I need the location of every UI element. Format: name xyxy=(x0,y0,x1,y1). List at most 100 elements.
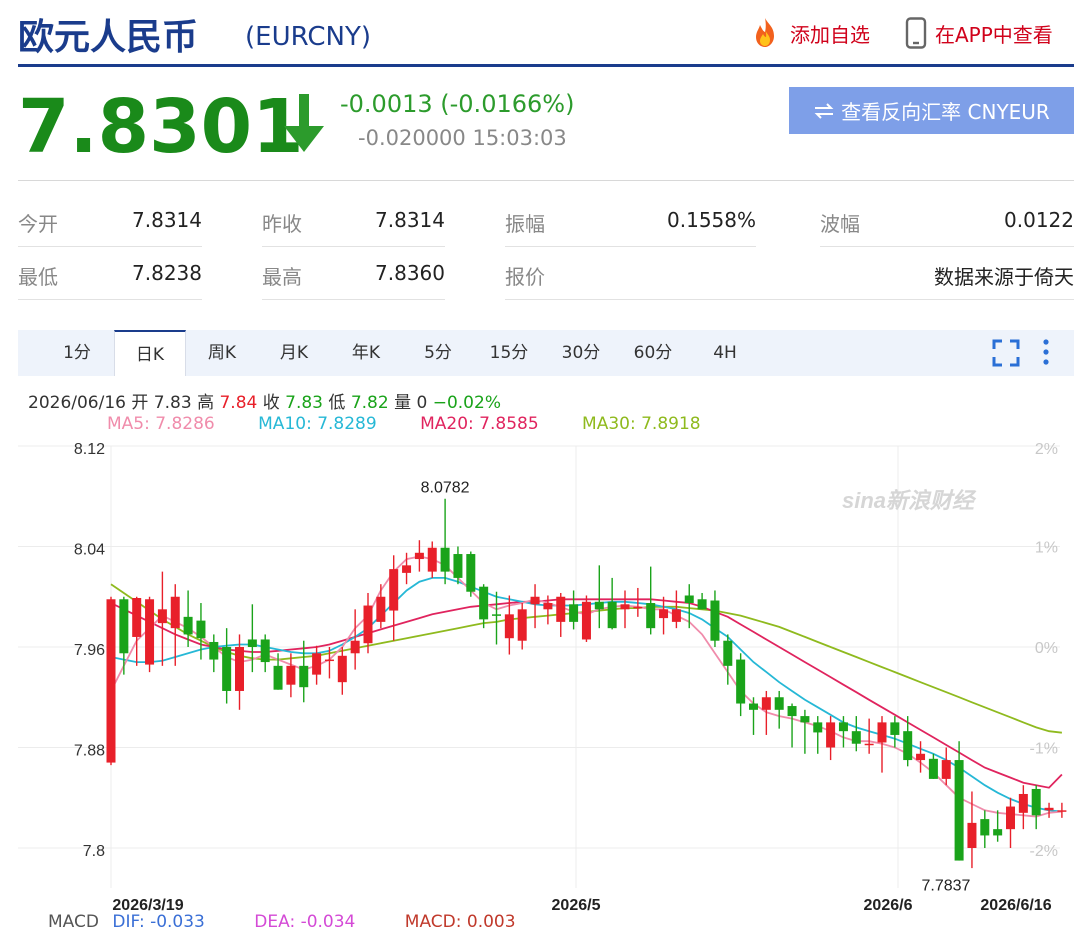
period-tabs: 1分 日K 周K 月K 年K 5分 15分 30分 60分 4H xyxy=(18,330,1074,376)
quote-label-high: 最高 xyxy=(262,265,302,289)
quote-divider xyxy=(505,299,1074,300)
ohlc-summary: 2026/06/16 开 7.83 高 7.84 收 7.83 低 7.82 量… xyxy=(28,388,501,413)
quote-label-open: 今开 xyxy=(18,212,58,236)
quote-value-high: 7.8360 xyxy=(375,261,445,285)
tab-15min[interactable]: 15分 xyxy=(480,330,538,376)
candle-body xyxy=(247,639,257,647)
x-axis-label: 2026/5 xyxy=(552,897,601,912)
candle-body xyxy=(838,722,848,732)
y-tick-label: 7.88 xyxy=(74,743,105,760)
candle-body xyxy=(659,609,669,619)
candle-body xyxy=(119,599,129,654)
ohlc-vol-label: 量 xyxy=(394,393,412,413)
annotation-low: 7.7837 xyxy=(921,877,970,894)
candle-body xyxy=(209,641,219,660)
candle-body xyxy=(800,716,810,723)
ohlc-close: 7.83 xyxy=(285,393,323,413)
quote-divider xyxy=(820,246,1074,247)
candle-body xyxy=(530,596,540,605)
candle-body xyxy=(916,753,926,761)
pct-tick-label: 1% xyxy=(1035,540,1058,557)
watermark-text: sina新浪财经 xyxy=(842,488,977,513)
candle-body xyxy=(928,758,938,779)
ma-legend: MA5: 7.8286 MA10: 7.8289 MA20: 7.8585 MA… xyxy=(107,414,739,434)
candle-body xyxy=(723,640,733,666)
candle-body xyxy=(813,722,823,733)
candle-body xyxy=(941,760,951,779)
ma5-legend: MA5: 7.8286 xyxy=(107,414,215,434)
tab-4h[interactable]: 4H xyxy=(696,330,754,376)
page-title: 欧元人民币 xyxy=(18,17,199,58)
view-in-app-label: 在APP中查看 xyxy=(935,22,1053,47)
annotation-high: 8.0782 xyxy=(421,480,470,497)
tab-daily-k[interactable]: 日K xyxy=(114,330,186,376)
candle-body xyxy=(569,604,579,622)
ohlc-open-label: 开 xyxy=(131,393,149,413)
candle-body xyxy=(774,697,784,710)
quote-label-quote: 报价 xyxy=(505,265,545,289)
ma10-legend: MA10: 7.8289 xyxy=(258,414,377,434)
ma30-legend: MA30: 7.8918 xyxy=(582,414,701,434)
header-divider xyxy=(18,64,1074,67)
tab-60min[interactable]: 60分 xyxy=(624,330,682,376)
quote-value-range: 0.0122 xyxy=(1004,208,1074,232)
candle-body xyxy=(183,616,193,635)
currency-code: (EURCNY) xyxy=(245,22,372,52)
arrow-down-icon xyxy=(284,94,324,152)
pct-tick-label: 2% xyxy=(1035,441,1058,458)
fire-icon xyxy=(756,18,774,47)
candle-body xyxy=(993,829,1003,836)
fullscreen-icon[interactable] xyxy=(992,339,1020,367)
candle-body xyxy=(492,614,501,616)
macd-legend: MACD DIF: -0.033 DEA: -0.034 MACD: 0.003 xyxy=(48,912,560,932)
candle-body xyxy=(427,547,437,572)
more-vertical-icon[interactable] xyxy=(1040,337,1052,367)
candle-body xyxy=(761,697,771,710)
ohlc-low: 7.82 xyxy=(350,393,389,413)
candle-body xyxy=(710,600,720,641)
candle-body xyxy=(607,601,617,629)
candle-body xyxy=(736,659,746,704)
add-favorite-button[interactable]: 添加自选 xyxy=(748,16,870,50)
macd-value: MACD: 0.003 xyxy=(404,912,516,932)
candlestick-chart[interactable]: 8.12 8.04 7.96 7.88 7.8 2% 1% 0% -1% -2% sina新浪财经 8… xyxy=(0,436,1080,912)
quote-label-range: 波幅 xyxy=(820,212,860,236)
macd-title: MACD xyxy=(48,912,99,932)
reverse-rate-button[interactable]: 查看反向汇率 CNYEUR xyxy=(789,87,1074,134)
quote-value-low: 7.8238 xyxy=(132,261,202,285)
x-axis-label: 2026/6 xyxy=(864,897,913,912)
swap-icon xyxy=(814,102,834,119)
tab-5min[interactable]: 5分 xyxy=(410,330,466,376)
reverse-rate-label: 查看反向汇率 CNYEUR xyxy=(841,100,1050,124)
candle-body xyxy=(170,596,180,629)
candle-body xyxy=(851,731,861,744)
candle-body xyxy=(504,614,514,639)
quote-divider xyxy=(262,246,445,247)
candle-body xyxy=(954,760,964,861)
price-change-secondary: -0.020000 15:03:03 xyxy=(358,126,567,150)
tab-30min[interactable]: 30分 xyxy=(552,330,610,376)
candle-body xyxy=(517,609,527,641)
candle-body xyxy=(440,547,450,572)
tab-yearly-k[interactable]: 年K xyxy=(338,330,394,376)
candle-body xyxy=(1044,807,1054,811)
candle-body xyxy=(337,655,347,683)
candle-body xyxy=(903,731,913,761)
tab-1min[interactable]: 1分 xyxy=(48,330,106,376)
view-in-app-button[interactable]: 在APP中查看 xyxy=(905,16,1053,50)
tab-monthly-k[interactable]: 月K xyxy=(266,330,322,376)
ohlc-high-label: 高 xyxy=(197,393,215,413)
tab-weekly-k[interactable]: 周K xyxy=(194,330,250,376)
candle-body xyxy=(157,609,167,624)
candle-body xyxy=(1057,810,1067,812)
quote-value-amplitude: 0.1558% xyxy=(667,208,756,232)
quote-value-open: 7.8314 xyxy=(132,208,202,232)
candle-body xyxy=(363,605,373,644)
candle-body xyxy=(312,653,322,675)
candle-body xyxy=(273,665,283,690)
candle-body xyxy=(324,659,334,662)
phone-icon xyxy=(905,17,927,49)
quote-divider xyxy=(18,299,202,300)
candle-body xyxy=(671,609,681,622)
quote-value-prev-close: 7.8314 xyxy=(375,208,445,232)
